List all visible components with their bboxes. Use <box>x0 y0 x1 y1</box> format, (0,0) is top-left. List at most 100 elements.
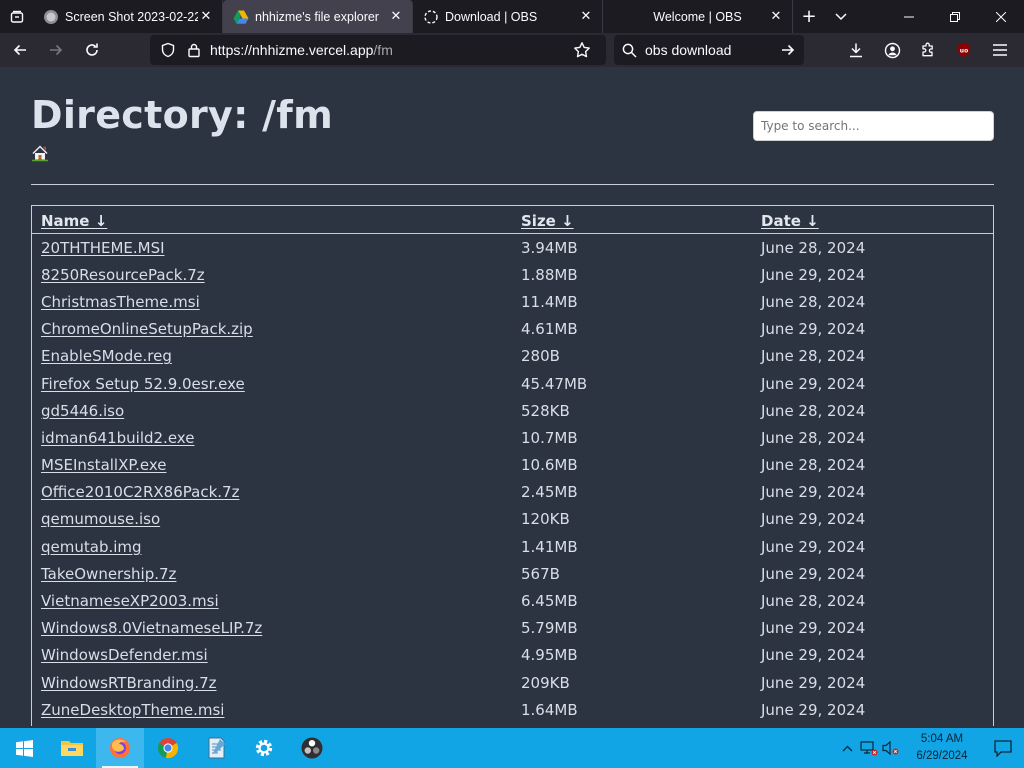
file-link[interactable]: gd5446.iso <box>41 402 124 420</box>
url-text[interactable]: https://nhhizme.vercel.app/fm <box>210 42 572 58</box>
plus-icon: + <box>801 6 817 27</box>
file-link[interactable]: qemumouse.iso <box>41 510 160 528</box>
go-arrow-icon[interactable] <box>780 42 796 58</box>
bookmark-star-icon[interactable] <box>572 41 592 59</box>
tab-welcome-obs[interactable]: Welcome | OBS ✕ <box>603 0 793 33</box>
name-column-header: Name ↓ <box>32 206 512 234</box>
back-button[interactable] <box>4 35 36 65</box>
file-date-cell: June 28, 2024 <box>761 428 866 447</box>
tab-title: Welcome | OBS <box>653 9 742 24</box>
tab-screenshot[interactable]: Screen Shot 2023-02-22 at 1 ✕ <box>33 0 223 33</box>
tab-download-obs[interactable]: Download | OBS ✕ <box>413 0 603 33</box>
table-header-row: Name ↓ Size ↓ Date ↓ <box>32 206 993 234</box>
search-input[interactable] <box>753 111 994 141</box>
sort-by-name-link[interactable]: Name ↓ <box>41 212 107 230</box>
file-link[interactable]: EnableSMode.reg <box>41 347 172 365</box>
network-status[interactable] <box>858 740 880 756</box>
extensions-button[interactable] <box>910 35 946 65</box>
app-menu-button[interactable] <box>982 35 1018 65</box>
show-hidden-icons-button[interactable] <box>836 745 858 752</box>
account-button[interactable] <box>874 35 910 65</box>
file-name-cell: WindowsDefender.msi <box>32 642 512 669</box>
shield-icon[interactable] <box>158 42 178 58</box>
divider <box>31 184 994 185</box>
forward-button[interactable] <box>40 35 72 65</box>
taskbar-notepad[interactable] <box>192 728 240 768</box>
close-window-button[interactable] <box>978 0 1024 33</box>
file-date-cell: June 28, 2024 <box>761 292 866 311</box>
file-link[interactable]: Office2010C2RX86Pack.7z <box>41 483 239 501</box>
date-column-header: Date ↓ <box>752 206 993 234</box>
file-link[interactable]: Firefox Setup 52.9.0esr.exe <box>41 375 245 393</box>
volume-status[interactable] <box>880 740 902 756</box>
file-link[interactable]: ChromeOnlineSetupPack.zip <box>41 320 253 338</box>
taskbar-firefox[interactable] <box>96 728 144 768</box>
size-column-header: Size ↓ <box>512 206 752 234</box>
home-link[interactable] <box>31 144 49 162</box>
file-date-cell: June 29, 2024 <box>761 265 866 284</box>
search-bar[interactable]: obs download <box>614 35 804 65</box>
close-icon[interactable]: ✕ <box>388 9 404 25</box>
start-button[interactable] <box>0 728 48 768</box>
table-row: Firefox Setup 52.9.0esr.exe 45.47MB June 2… <box>32 370 993 397</box>
file-link[interactable]: 8250ResourcePack.7z <box>41 266 205 284</box>
ublock-origin-button[interactable]: uo <box>946 35 982 65</box>
list-all-tabs-button[interactable] <box>825 0 857 33</box>
file-link[interactable]: ZuneDesktopTheme.msi <box>41 701 224 719</box>
file-date-cell: June 29, 2024 <box>761 564 866 583</box>
file-link[interactable]: TakeOwnership.7z <box>41 565 176 583</box>
file-name-cell: qemumouse.iso <box>32 506 512 533</box>
file-link[interactable]: Windows8.0VietnameseLIP.7z <box>41 619 262 637</box>
file-link[interactable]: qemutab.img <box>41 538 142 556</box>
file-name-cell: VietnameseXP2003.msi <box>32 587 512 614</box>
file-name-cell: ChromeOnlineSetupPack.zip <box>32 316 512 343</box>
file-date-cell: June 28, 2024 <box>761 456 866 475</box>
reload-button[interactable] <box>76 35 108 65</box>
tab-list-icon <box>10 10 23 23</box>
tab-title: nhhizme's file explorer <box>255 9 379 24</box>
restore-button[interactable] <box>932 0 978 33</box>
sort-by-date-link[interactable]: Date ↓ <box>761 212 819 230</box>
file-size-cell: 6.45MB <box>521 592 578 611</box>
file-link[interactable]: WindowsRTBranding.7z <box>41 674 217 692</box>
file-link[interactable]: 20THTHEME.MSI <box>41 239 165 257</box>
file-name-cell: WindowsRTBranding.7z <box>32 669 512 696</box>
minimize-button[interactable] <box>886 0 932 33</box>
firefox-icon <box>110 738 130 758</box>
table-row: Windows8.0VietnameseLIP.7z 5.79MB June 29,… <box>32 615 993 642</box>
tab-file-explorer[interactable]: nhhizme's file explorer ✕ <box>223 0 413 33</box>
file-date-cell: June 28, 2024 <box>761 401 866 420</box>
sort-by-size-link[interactable]: Size ↓ <box>521 212 574 230</box>
tab-list-button[interactable] <box>0 0 33 33</box>
file-link[interactable]: ChristmasTheme.msi <box>41 293 200 311</box>
file-size-cell: 4.95MB <box>521 646 578 665</box>
file-link[interactable]: MSEInstallXP.exe <box>41 456 166 474</box>
downloads-button[interactable] <box>838 35 874 65</box>
file-link[interactable]: idman641build2.exe <box>41 429 194 447</box>
file-name-cell: ChristmasTheme.msi <box>32 288 512 315</box>
action-center-button[interactable] <box>982 739 1024 757</box>
taskbar-chrome[interactable] <box>144 728 192 768</box>
file-link[interactable]: VietnameseXP2003.msi <box>41 592 219 610</box>
taskbar-obs[interactable] <box>288 728 336 768</box>
table-row: qemutab.img 1.41MB June 29, 2024 <box>32 533 993 560</box>
file-name-cell: EnableSMode.reg <box>32 343 512 370</box>
clock[interactable]: 5:04 AM 6/29/2024 <box>902 731 982 765</box>
taskbar-settings[interactable] <box>240 728 288 768</box>
file-link[interactable]: WindowsDefender.msi <box>41 646 208 664</box>
lock-icon[interactable] <box>184 42 204 58</box>
close-icon[interactable]: ✕ <box>578 9 594 25</box>
tab-strip: Screen Shot 2023-02-22 at 1 ✕ nhhizme's … <box>0 0 1024 33</box>
close-icon[interactable]: ✕ <box>768 9 784 25</box>
url-path: /fm <box>373 42 393 58</box>
file-size-cell: 45.47MB <box>521 374 588 393</box>
taskbar-file-explorer[interactable] <box>48 728 96 768</box>
table-row: 20THTHEME.MSI 3.94MB June 28, 2024 <box>32 234 993 261</box>
url-bar[interactable]: https://nhhizme.vercel.app/fm <box>150 35 606 65</box>
download-icon <box>850 43 862 58</box>
new-tab-button[interactable]: + <box>793 0 825 33</box>
file-date-cell: June 28, 2024 <box>761 347 866 366</box>
close-icon[interactable]: ✕ <box>198 9 214 25</box>
file-size-cell: 10.7MB <box>521 428 578 447</box>
file-size-cell: 11.4MB <box>521 292 578 311</box>
